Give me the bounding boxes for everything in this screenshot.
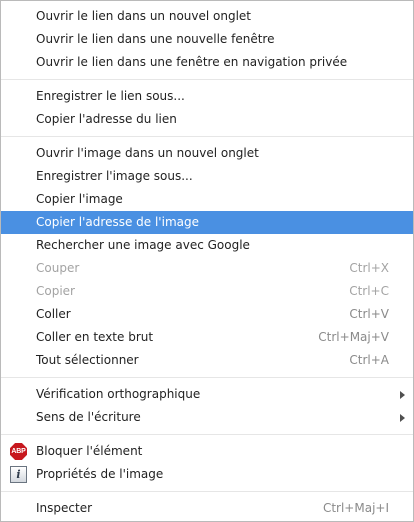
menu-item-shortcut: Ctrl+Maj+V bbox=[318, 330, 389, 344]
menu-item-save-link-as[interactable]: Enregistrer le lien sous... bbox=[1, 85, 413, 108]
menu-item-search-image-google[interactable]: Rechercher une image avec Google bbox=[1, 234, 413, 257]
info-icon: i bbox=[10, 466, 27, 483]
menu-item-copy[interactable]: Copier Ctrl+C bbox=[1, 280, 413, 303]
menu-item-label: Ouvrir le lien dans une nouvelle fenêtre bbox=[36, 32, 275, 46]
menu-item-label: Enregistrer le lien sous... bbox=[36, 89, 185, 103]
menu-item-shortcut: Ctrl+X bbox=[349, 261, 389, 275]
adblock-plus-icon: ABP bbox=[10, 443, 27, 460]
menu-item-paste-plain-text[interactable]: Coller en texte brut Ctrl+Maj+V bbox=[1, 326, 413, 349]
menu-item-label: Enregistrer l'image sous... bbox=[36, 169, 193, 183]
menu-item-shortcut: Ctrl+C bbox=[349, 284, 389, 298]
menu-separator bbox=[1, 377, 413, 378]
menu-item-label: Propriétés de l'image bbox=[36, 467, 164, 481]
menu-item-open-link-incognito[interactable]: Ouvrir le lien dans une fenêtre en navig… bbox=[1, 51, 413, 74]
menu-item-label: Couper bbox=[36, 261, 80, 275]
menu-item-label: Tout sélectionner bbox=[36, 353, 139, 367]
menu-item-label: Inspecter bbox=[36, 501, 93, 515]
menu-item-label: Ouvrir le lien dans une fenêtre en navig… bbox=[36, 55, 348, 69]
menu-item-shortcut: Ctrl+Maj+I bbox=[322, 501, 389, 515]
menu-item-copy-link-address[interactable]: Copier l'adresse du lien bbox=[1, 108, 413, 131]
menu-separator bbox=[1, 434, 413, 435]
menu-separator bbox=[1, 79, 413, 80]
menu-item-label: Copier l'image bbox=[36, 192, 123, 206]
menu-item-label: Copier l'adresse du lien bbox=[36, 112, 177, 126]
menu-item-open-image-new-tab[interactable]: Ouvrir l'image dans un nouvel onglet bbox=[1, 142, 413, 165]
menu-item-label: Rechercher une image avec Google bbox=[36, 238, 250, 252]
menu-item-label: Ouvrir l'image dans un nouvel onglet bbox=[36, 146, 259, 160]
menu-item-label: Copier bbox=[36, 284, 75, 298]
menu-item-label: Ouvrir le lien dans un nouvel onglet bbox=[36, 9, 252, 23]
menu-item-shortcut: Ctrl+V bbox=[349, 307, 389, 321]
menu-item-block-element[interactable]: ABP Bloquer l'élément bbox=[1, 440, 413, 463]
menu-separator bbox=[1, 136, 413, 137]
menu-item-label: Bloquer l'élément bbox=[36, 444, 143, 458]
context-menu: Ouvrir le lien dans un nouvel onglet Ouv… bbox=[0, 0, 414, 522]
menu-item-label: Vérification orthographique bbox=[36, 387, 201, 401]
menu-item-cut[interactable]: Couper Ctrl+X bbox=[1, 257, 413, 280]
menu-item-label: Coller en texte brut bbox=[36, 330, 154, 344]
menu-item-paste[interactable]: Coller Ctrl+V bbox=[1, 303, 413, 326]
adblock-plus-icon-glyph: ABP bbox=[10, 443, 27, 460]
menu-item-spell-check[interactable]: Vérification orthographique bbox=[1, 383, 413, 406]
menu-item-copy-image-address[interactable]: Copier l'adresse de l'image bbox=[1, 211, 413, 234]
menu-item-inspect[interactable]: Inspecter Ctrl+Maj+I bbox=[1, 497, 413, 520]
menu-item-label: Copier l'adresse de l'image bbox=[36, 215, 199, 229]
info-icon-glyph: i bbox=[10, 466, 27, 483]
menu-item-label: Sens de l'écriture bbox=[36, 410, 141, 424]
menu-item-open-link-new-window[interactable]: Ouvrir le lien dans une nouvelle fenêtre bbox=[1, 28, 413, 51]
menu-item-writing-direction[interactable]: Sens de l'écriture bbox=[1, 406, 413, 429]
menu-item-select-all[interactable]: Tout sélectionner Ctrl+A bbox=[1, 349, 413, 372]
menu-item-save-image-as[interactable]: Enregistrer l'image sous... bbox=[1, 165, 413, 188]
menu-item-open-link-new-tab[interactable]: Ouvrir le lien dans un nouvel onglet bbox=[1, 5, 413, 28]
menu-separator bbox=[1, 491, 413, 492]
menu-item-image-properties[interactable]: i Propriétés de l'image bbox=[1, 463, 413, 486]
submenu-arrow-icon bbox=[400, 414, 405, 422]
menu-item-copy-image[interactable]: Copier l'image bbox=[1, 188, 413, 211]
submenu-arrow-icon bbox=[400, 391, 405, 399]
menu-item-label: Coller bbox=[36, 307, 71, 321]
menu-item-shortcut: Ctrl+A bbox=[349, 353, 389, 367]
